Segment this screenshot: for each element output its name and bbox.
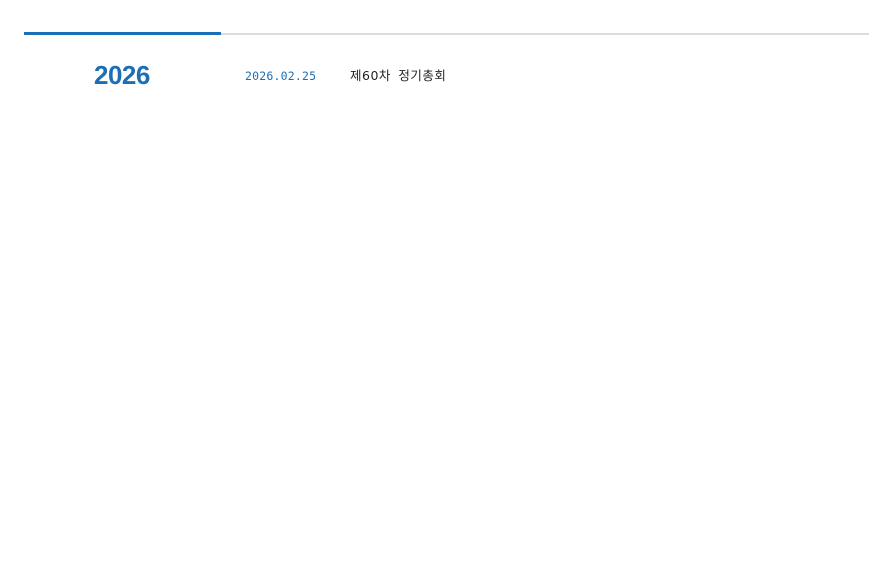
history-timeline: 2026 2026.02.25 제60차 정기총회 (24, 32, 869, 115)
year-heading: 2026 (94, 60, 150, 90)
event-title: 제60차 정기총회 (350, 68, 447, 83)
event-date: 2026.02.25 (245, 69, 317, 83)
event-list: 2026.02.25 제60차 정기총회 (245, 65, 446, 85)
event-item: 2026.02.25 제60차 정기총회 (245, 65, 446, 85)
year-section: 2026 2026.02.25 제60차 정기총회 (24, 35, 869, 115)
